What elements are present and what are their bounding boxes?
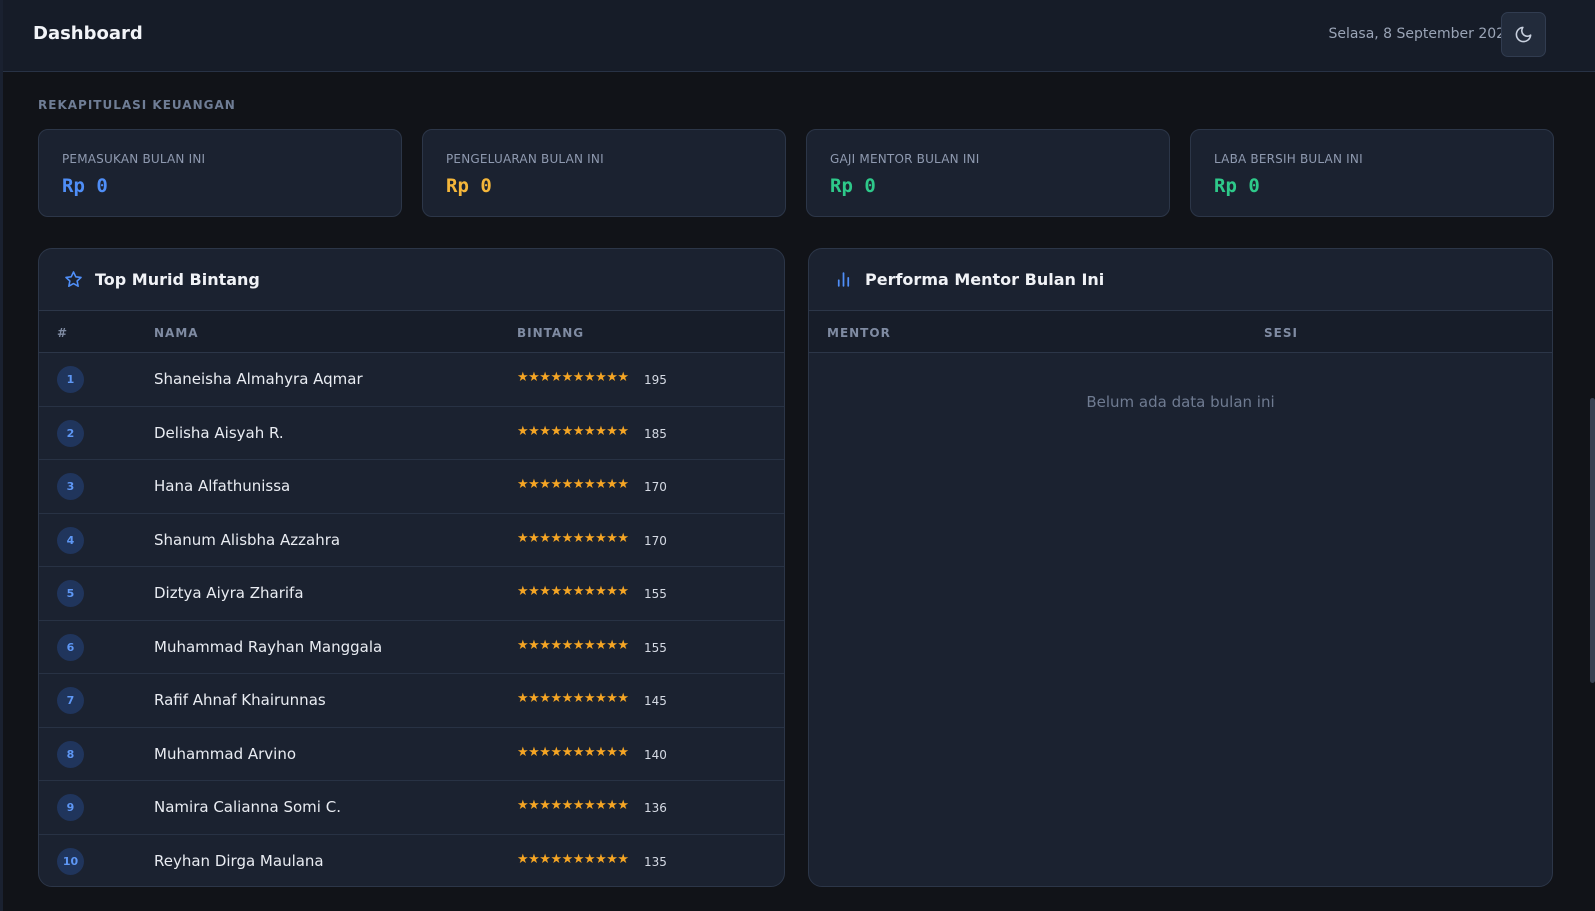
rank-badge: 3 <box>57 473 84 500</box>
star-count: 145 <box>644 694 667 708</box>
star-rating: ★★★★★★★★★★ <box>517 798 629 813</box>
rank-badge: 10 <box>57 847 84 875</box>
rank-badge: 7 <box>57 687 84 714</box>
finance-card-label: GAJI MENTOR BULAN INI <box>830 152 980 166</box>
top-students-table-header: # NAMA BINTANG <box>39 311 784 353</box>
table-row[interactable]: 5 Diztya Aiyra Zharifa ★★★★★★★★★★ 155 <box>39 567 784 621</box>
empty-state-message: Belum ada data bulan ini <box>1086 393 1275 411</box>
star-count: 140 <box>644 747 667 762</box>
top-students-header: Top Murid Bintang <box>39 249 784 311</box>
finance-card-value: Rp 0 <box>830 175 876 197</box>
theme-toggle-button[interactable] <box>1501 12 1546 57</box>
mentor-performance-panel: Performa Mentor Bulan Ini MENTOR SESI Be… <box>808 248 1553 887</box>
star-icon <box>65 271 82 288</box>
star-rating: ★★★★★★★★★★ <box>517 584 629 599</box>
top-students-title: Top Murid Bintang <box>95 270 260 289</box>
star-rating: ★★★★★★★★★★ <box>517 477 629 492</box>
student-name: Rafif Ahnaf Khairunnas <box>154 691 326 709</box>
student-name: Reyhan Dirga Maulana <box>154 851 324 870</box>
finance-card: GAJI MENTOR BULAN INI Rp 0 <box>806 129 1170 217</box>
star-rating: ★★★★★★★★★★ <box>517 530 629 546</box>
current-date: Selasa, 8 September 2026 <box>1328 26 1514 42</box>
top-students-panel: Top Murid Bintang # NAMA BINTANG 1 Shanei… <box>38 248 785 887</box>
col-rank: # <box>57 326 69 340</box>
finance-section-label: REKAPITULASI KEUANGAN <box>38 98 236 112</box>
finance-card-label: PEMASUKAN BULAN INI <box>62 152 206 166</box>
finance-card: PEMASUKAN BULAN INI Rp 0 <box>38 129 402 217</box>
finance-card-value: Rp 0 <box>1214 175 1260 197</box>
col-name: NAMA <box>154 326 199 340</box>
student-name: Delisha Aisyah R. <box>154 423 284 442</box>
rank-badge: 6 <box>57 633 84 661</box>
page-scrollbar[interactable] <box>1590 398 1595 683</box>
rank-badge: 5 <box>57 580 84 607</box>
mentor-performance-header: Performa Mentor Bulan Ini <box>809 249 1552 311</box>
col-stars: BINTANG <box>517 326 585 340</box>
finance-card-value: Rp 0 <box>446 175 492 197</box>
table-row[interactable]: 2 Delisha Aisyah R. ★★★★★★★★★★ 185 <box>39 407 784 460</box>
page-title: Dashboard <box>33 23 143 44</box>
bar-chart-icon <box>837 272 850 287</box>
mentor-performance-title: Performa Mentor Bulan Ini <box>865 270 1105 289</box>
star-rating: ★★★★★★★★★★ <box>517 637 629 653</box>
student-name: Shanum Alisbha Azzahra <box>154 530 341 549</box>
star-count: 170 <box>644 533 667 548</box>
star-rating: ★★★★★★★★★★ <box>517 370 629 385</box>
star-count: 155 <box>644 640 667 655</box>
rank-badge: 4 <box>57 526 84 554</box>
col-sessions: SESI <box>1264 326 1298 340</box>
finance-card-value: Rp 0 <box>62 175 108 197</box>
table-row[interactable]: 10 Reyhan Dirga Maulana ★★★★★★★★★★ 135 <box>39 835 784 887</box>
rank-badge: 1 <box>57 366 84 393</box>
star-count: 170 <box>644 480 667 494</box>
star-rating: ★★★★★★★★★★ <box>517 691 629 706</box>
star-rating: ★★★★★★★★★★ <box>517 744 629 760</box>
table-row[interactable]: 6 Muhammad Rayhan Manggala ★★★★★★★★★★ 155 <box>39 621 784 674</box>
star-count: 135 <box>644 854 667 869</box>
left-edge <box>0 0 3 911</box>
student-name: Muhammad Arvino <box>154 744 297 763</box>
finance-card: LABA BERSIH BULAN INI Rp 0 <box>1190 129 1554 217</box>
star-count: 155 <box>644 587 667 601</box>
table-row[interactable]: 4 Shanum Alisbha Azzahra ★★★★★★★★★★ 170 <box>39 514 784 567</box>
rank-badge: 8 <box>57 740 84 768</box>
rank-badge: 2 <box>57 419 84 447</box>
star-count: 195 <box>644 373 667 387</box>
star-count: 185 <box>644 426 667 441</box>
table-row[interactable]: 1 Shaneisha Almahyra Aqmar ★★★★★★★★★★ 195 <box>39 353 784 407</box>
star-rating: ★★★★★★★★★★ <box>517 423 629 439</box>
col-mentor: MENTOR <box>827 326 891 340</box>
table-row[interactable]: 3 Hana Alfathunissa ★★★★★★★★★★ 170 <box>39 460 784 514</box>
table-row[interactable]: 7 Rafif Ahnaf Khairunnas ★★★★★★★★★★ 145 <box>39 674 784 728</box>
table-row[interactable]: 9 Namira Calianna Somi C. ★★★★★★★★★★ 136 <box>39 781 784 835</box>
top-students-table-body: 1 Shaneisha Almahyra Aqmar ★★★★★★★★★★ 195 2 D… <box>39 353 784 887</box>
mentor-table-header: MENTOR SESI <box>809 311 1552 353</box>
student-name: Hana Alfathunissa <box>154 477 291 495</box>
student-name: Diztya Aiyra Zharifa <box>154 584 304 602</box>
rank-badge: 9 <box>57 794 84 821</box>
student-name: Muhammad Rayhan Manggala <box>154 637 383 656</box>
top-header: Dashboard Selasa, 8 September 2026 <box>3 0 1595 72</box>
student-name: Shaneisha Almahyra Aqmar <box>154 370 363 388</box>
student-name: Namira Calianna Somi C. <box>154 798 341 816</box>
finance-card-label: PENGELUARAN BULAN INI <box>446 152 604 166</box>
star-count: 136 <box>644 801 667 815</box>
star-rating: ★★★★★★★★★★ <box>517 851 629 867</box>
table-row[interactable]: 8 Muhammad Arvino ★★★★★★★★★★ 140 <box>39 728 784 781</box>
finance-card: PENGELUARAN BULAN INI Rp 0 <box>422 129 786 217</box>
finance-card-label: LABA BERSIH BULAN INI <box>1214 152 1363 166</box>
moon-icon <box>1515 26 1532 43</box>
